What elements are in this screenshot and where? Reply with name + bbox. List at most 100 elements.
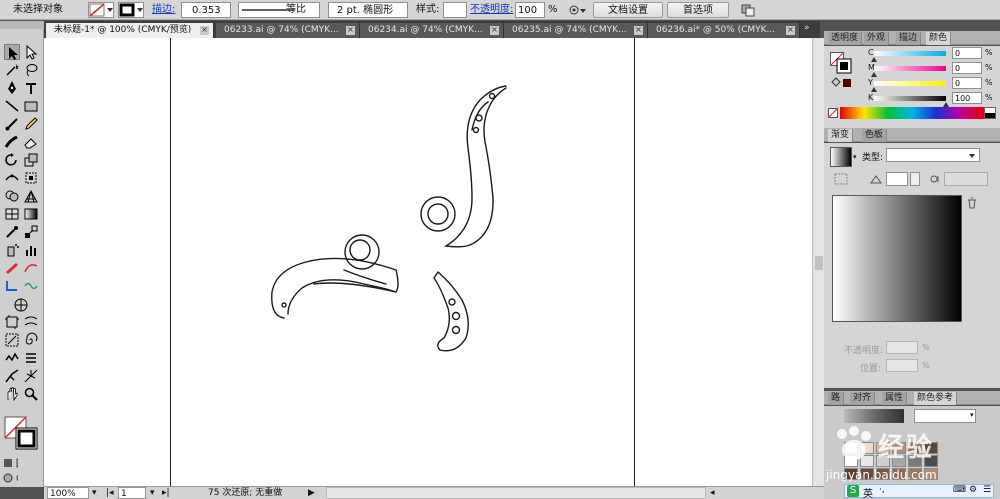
yellow-slider-knob[interactable] bbox=[871, 87, 877, 92]
column-graph-tool-icon[interactable] bbox=[23, 242, 39, 258]
wave-tool-icon[interactable] bbox=[23, 278, 39, 294]
yellow-value[interactable]: 0 bbox=[952, 77, 982, 89]
scale-tool-icon[interactable] bbox=[23, 152, 39, 168]
artboard-dropdown-icon[interactable]: ▾ bbox=[150, 487, 160, 499]
hand-tool-icon[interactable] bbox=[4, 386, 20, 402]
zoom-field[interactable]: 100% bbox=[47, 487, 89, 499]
artboard-tool-icon[interactable] bbox=[4, 314, 20, 330]
tab-06234[interactable]: 06234.ai @ 74% (CMYK... × bbox=[360, 23, 504, 38]
tab-color[interactable]: 颜色 bbox=[926, 32, 952, 45]
next-artboard-icon[interactable]: ▸| bbox=[162, 487, 172, 499]
symbol-sprayer-tool-icon[interactable] bbox=[4, 242, 20, 258]
lasso-tool-icon[interactable] bbox=[23, 62, 39, 78]
ime-options-icon[interactable]: ·, bbox=[879, 485, 885, 495]
gradient-tool-icon[interactable] bbox=[23, 206, 39, 222]
vertical-scrollbar[interactable] bbox=[812, 38, 824, 486]
gradient-preview-dropdown-icon[interactable]: ▾ bbox=[853, 153, 857, 161]
tab-attributes[interactable]: 属性 bbox=[882, 392, 908, 405]
line-segment-tool-icon[interactable] bbox=[4, 98, 20, 114]
pucker-tool-icon[interactable] bbox=[4, 350, 20, 366]
graphic-style-picker[interactable] bbox=[443, 2, 467, 18]
magic-wand-tool-icon[interactable] bbox=[4, 62, 20, 78]
arrange-icon[interactable] bbox=[739, 2, 757, 18]
status-menu-icon[interactable]: ▶ bbox=[308, 487, 315, 499]
artwork[interactable] bbox=[44, 38, 812, 486]
scroll-thumb[interactable] bbox=[815, 256, 823, 270]
gradient-stroke-options-icon[interactable] bbox=[834, 173, 848, 185]
ime-settings-icon[interactable]: ⚙ bbox=[969, 485, 977, 495]
tab-color-guide[interactable]: 颜色参考 bbox=[914, 392, 958, 405]
direct-selection-tool-icon[interactable] bbox=[23, 44, 39, 60]
magenta-slider[interactable] bbox=[874, 66, 946, 71]
tab-untitled-1[interactable]: 未标题-1* @ 100% (CMYK/预览) × bbox=[46, 23, 214, 38]
crosshair-tool-icon[interactable] bbox=[13, 297, 29, 313]
zoom-tool-icon[interactable] bbox=[23, 386, 39, 402]
type-tool-icon[interactable] bbox=[23, 80, 39, 96]
scallop-tool-icon[interactable] bbox=[4, 368, 20, 384]
ime-mode-label[interactable]: 英 bbox=[863, 485, 873, 499]
selection-tool-icon[interactable] bbox=[4, 44, 20, 60]
artboard-canvas[interactable] bbox=[44, 38, 812, 486]
stop-location-input[interactable] bbox=[886, 359, 918, 372]
tab-06236[interactable]: 06236.ai* @ 50% (CMYK... × bbox=[648, 23, 800, 38]
black-slider[interactable] bbox=[874, 96, 946, 101]
artboard-number[interactable]: 1 bbox=[118, 487, 146, 499]
shape-builder-tool-icon[interactable] bbox=[4, 188, 20, 204]
none-swatch-icon[interactable] bbox=[828, 108, 838, 118]
shaper-tool-icon[interactable] bbox=[4, 278, 20, 294]
cyan-slider[interactable] bbox=[874, 51, 946, 56]
yellow-slider[interactable] bbox=[874, 81, 946, 86]
angle-dropdown[interactable] bbox=[910, 172, 920, 186]
screen-mode-buttons[interactable] bbox=[2, 472, 42, 484]
close-icon[interactable]: × bbox=[200, 26, 209, 35]
color-spectrum-bar[interactable] bbox=[840, 107, 984, 119]
gradient-preview[interactable] bbox=[830, 147, 852, 167]
stop-opacity-input[interactable] bbox=[886, 341, 918, 354]
close-icon[interactable]: × bbox=[634, 26, 643, 35]
preferences-button[interactable]: 首选项 bbox=[667, 2, 729, 18]
opacity-input[interactable]: 100 bbox=[515, 2, 545, 18]
tab-06235[interactable]: 06235.ai @ 74% (CMYK... × bbox=[504, 23, 648, 38]
tab-stroke[interactable]: 描边 bbox=[896, 32, 922, 45]
white-black-swatches[interactable] bbox=[984, 107, 996, 119]
toolbox-grip[interactable] bbox=[0, 21, 44, 29]
eraser-tool-icon[interactable] bbox=[23, 134, 39, 150]
ime-menu-icon[interactable]: ☰ bbox=[983, 485, 991, 495]
horizontal-scrollbar[interactable] bbox=[326, 487, 706, 499]
black-value[interactable]: 100 bbox=[952, 92, 982, 104]
crystallize-tool-icon[interactable] bbox=[23, 368, 39, 384]
bloat-tool-icon[interactable] bbox=[23, 350, 39, 366]
gradient-type-select[interactable] bbox=[886, 148, 980, 162]
cyan-value[interactable]: 0 bbox=[952, 47, 982, 59]
color-mode-buttons[interactable] bbox=[2, 458, 42, 468]
brush-definition[interactable]: 2 pt. 椭圆形 bbox=[328, 2, 408, 18]
width-tool-icon[interactable] bbox=[4, 170, 20, 186]
tab-gradient[interactable]: 渐变 bbox=[828, 129, 854, 142]
paintbrush-tool-icon[interactable] bbox=[4, 116, 20, 132]
mesh-tool-icon[interactable] bbox=[4, 206, 20, 222]
harmony-dropdown-icon[interactable]: ▾ bbox=[970, 411, 974, 419]
ime-toolbar[interactable]: S 英 ·, ⌨ ⚙ ☰ bbox=[844, 484, 994, 499]
aspect-ratio-input[interactable] bbox=[944, 172, 988, 186]
tab-06233[interactable]: 06233.ai @ 74% (CMYK... × bbox=[216, 23, 360, 38]
angle-input[interactable] bbox=[886, 172, 908, 186]
fill-stroke-control[interactable] bbox=[4, 416, 40, 452]
gradient-slider-preview[interactable] bbox=[832, 195, 962, 322]
tab-pathfinder[interactable]: 路 bbox=[828, 392, 845, 405]
opacity-label[interactable]: 不透明度: bbox=[470, 2, 513, 18]
magenta-slider-knob[interactable] bbox=[871, 72, 877, 77]
pencil-tool-icon[interactable] bbox=[23, 116, 39, 132]
rotate-tool-icon[interactable] bbox=[4, 152, 20, 168]
trash-icon[interactable] bbox=[966, 197, 978, 209]
variable-width-profile[interactable] bbox=[238, 2, 320, 18]
tab-appearance[interactable]: 外观 bbox=[864, 32, 890, 45]
tab-align[interactable]: 对齐 bbox=[850, 392, 876, 405]
close-icon[interactable]: × bbox=[346, 26, 355, 35]
free-transform-tool-icon[interactable] bbox=[23, 170, 39, 186]
rectangle-tool-icon[interactable] bbox=[23, 98, 39, 114]
slice-tool-icon[interactable] bbox=[4, 332, 20, 348]
pen-tool-icon[interactable] bbox=[4, 80, 20, 96]
tab-overflow-icon[interactable]: » bbox=[804, 23, 810, 33]
tab-swatches[interactable]: 色板 bbox=[862, 129, 888, 142]
document-setup-button[interactable]: 文档设置 bbox=[593, 2, 663, 18]
